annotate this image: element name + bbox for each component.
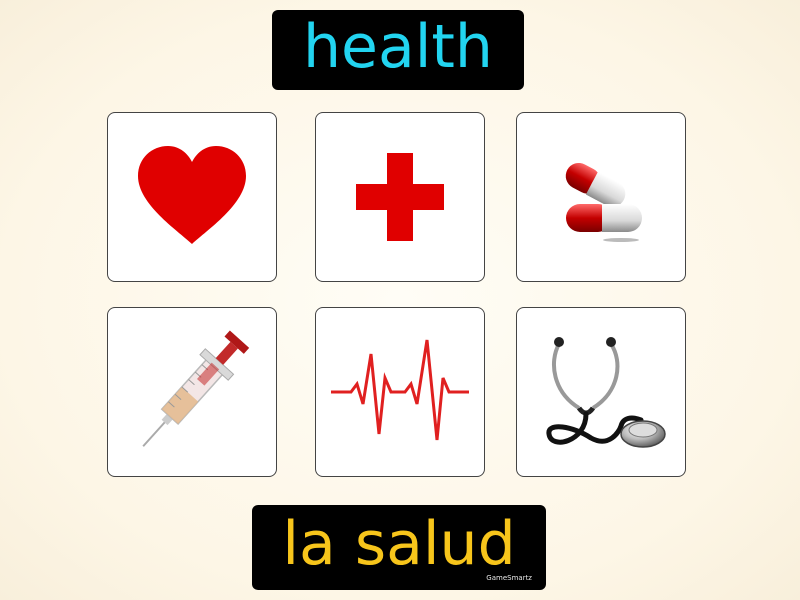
stethoscope-icon <box>546 337 666 448</box>
red-cross-icon <box>356 153 444 241</box>
syringe-icon <box>142 330 250 447</box>
tile-stethoscope <box>516 307 686 477</box>
pill-capsules-icon <box>565 162 642 242</box>
heart-icon <box>138 146 246 244</box>
tile-syringe <box>107 307 277 477</box>
brand-watermark: GameSmartz <box>486 574 532 582</box>
title-text: health <box>303 12 493 82</box>
translation-text: la salud <box>282 508 516 579</box>
tile-pills <box>516 112 686 282</box>
tile-heart <box>107 112 277 282</box>
tile-heartbeat <box>315 307 485 477</box>
tile-cross <box>315 112 485 282</box>
translation-banner: la salud GameSmartz <box>252 505 546 590</box>
title-banner: health <box>272 10 524 90</box>
heartbeat-icon <box>331 339 469 441</box>
